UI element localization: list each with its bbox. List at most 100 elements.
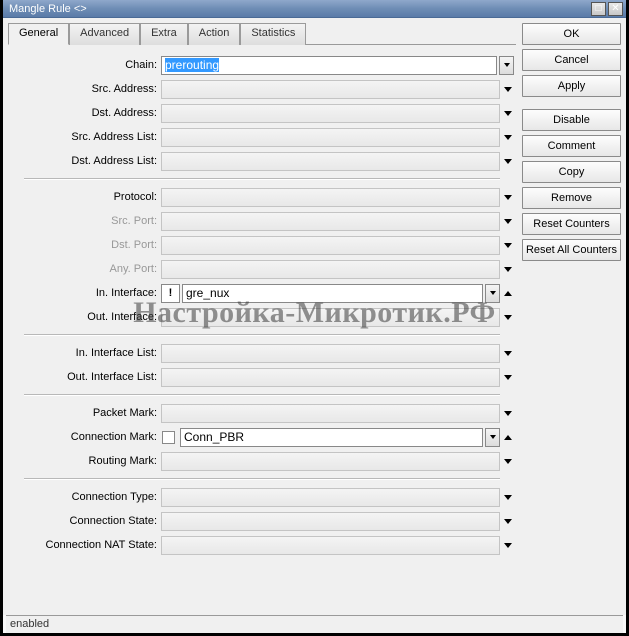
tab-advanced[interactable]: Advanced xyxy=(69,23,140,45)
label-dst-address-list: Dst. Address List: xyxy=(8,155,161,167)
separator xyxy=(8,329,514,341)
expand-dst-address-list[interactable] xyxy=(502,152,514,171)
slot-connection-nat-state xyxy=(161,536,500,555)
remove-button[interactable]: Remove xyxy=(522,187,621,209)
label-connection-type: Connection Type: xyxy=(8,491,161,503)
dropdown-connection-mark[interactable] xyxy=(485,428,500,447)
tab-extra[interactable]: Extra xyxy=(140,23,188,45)
expand-in-interface-list[interactable] xyxy=(502,344,514,363)
reset-all-counters-button[interactable]: Reset All Counters xyxy=(522,239,621,261)
label-in-interface: In. Interface: xyxy=(8,287,161,299)
slot-dst-port xyxy=(161,236,500,255)
label-out-interface: Out. Interface: xyxy=(8,311,161,323)
expand-src-port[interactable] xyxy=(502,212,514,231)
collapse-in-interface[interactable] xyxy=(502,284,514,303)
row-protocol: Protocol: xyxy=(8,185,514,209)
tab-statistics[interactable]: Statistics xyxy=(240,23,306,45)
label-connection-state: Connection State: xyxy=(8,515,161,527)
expand-dst-address[interactable] xyxy=(502,104,514,123)
action-sidebar: OK Cancel Apply Disable Comment Copy Rem… xyxy=(516,23,621,615)
slot-in-interface-list xyxy=(161,344,500,363)
field-chain[interactable]: prerouting xyxy=(161,56,497,75)
expand-dst-port[interactable] xyxy=(502,236,514,255)
row-src-port: Src. Port: xyxy=(8,209,514,233)
label-src-address: Src. Address: xyxy=(8,83,161,95)
row-packet-mark: Packet Mark: xyxy=(8,401,514,425)
separator xyxy=(8,473,514,485)
slot-packet-mark xyxy=(161,404,500,423)
expand-packet-mark[interactable] xyxy=(502,404,514,423)
expand-out-interface[interactable] xyxy=(502,308,514,327)
slot-connection-state xyxy=(161,512,500,531)
status-text: enabled xyxy=(10,618,49,630)
check-connection-mark[interactable] xyxy=(162,431,175,444)
field-in-interface[interactable]: gre_nux xyxy=(182,284,483,303)
main-panel: General Advanced Extra Action Statistics… xyxy=(8,23,516,615)
expand-src-address[interactable] xyxy=(502,80,514,99)
dropdown-in-interface[interactable] xyxy=(485,284,500,303)
minimize-button[interactable]: □ xyxy=(591,2,606,16)
slot-dst-address-list xyxy=(161,152,500,171)
label-src-port: Src. Port: xyxy=(8,215,161,227)
expand-any-port[interactable] xyxy=(502,260,514,279)
expand-connection-type[interactable] xyxy=(502,488,514,507)
row-src-address-list: Src. Address List: xyxy=(8,125,514,149)
reset-counters-button[interactable]: Reset Counters xyxy=(522,213,621,235)
copy-button[interactable]: Copy xyxy=(522,161,621,183)
tab-action[interactable]: Action xyxy=(188,23,241,45)
row-any-port: Any. Port: xyxy=(8,257,514,281)
close-button[interactable]: ✕ xyxy=(608,2,623,16)
label-dst-address: Dst. Address: xyxy=(8,107,161,119)
row-connection-type: Connection Type: xyxy=(8,485,514,509)
label-out-interface-list: Out. Interface List: xyxy=(8,371,161,383)
slot-out-interface xyxy=(161,308,500,327)
apply-button[interactable]: Apply xyxy=(522,75,621,97)
slot-dst-address xyxy=(161,104,500,123)
row-connection-mark: Connection Mark: Conn_PBR xyxy=(8,425,514,449)
row-routing-mark: Routing Mark: xyxy=(8,449,514,473)
expand-src-address-list[interactable] xyxy=(502,128,514,147)
slot-any-port xyxy=(161,260,500,279)
tab-general[interactable]: General xyxy=(8,23,69,45)
row-in-interface: In. Interface: ! gre_nux xyxy=(8,281,514,305)
slot-src-address-list xyxy=(161,128,500,147)
row-connection-state: Connection State: xyxy=(8,509,514,533)
row-dst-port: Dst. Port: xyxy=(8,233,514,257)
slot-src-port xyxy=(161,212,500,231)
cancel-button[interactable]: Cancel xyxy=(522,49,621,71)
row-in-interface-list: In. Interface List: xyxy=(8,341,514,365)
label-chain: Chain: xyxy=(8,59,161,71)
comment-button[interactable]: Comment xyxy=(522,135,621,157)
window-title: Mangle Rule <> xyxy=(9,3,591,15)
slot-protocol xyxy=(161,188,500,207)
ok-button[interactable]: OK xyxy=(522,23,621,45)
row-out-interface-list: Out. Interface List: xyxy=(8,365,514,389)
row-chain: Chain: prerouting xyxy=(8,53,514,77)
row-src-address: Src. Address: xyxy=(8,77,514,101)
label-connection-nat-state: Connection NAT State: xyxy=(8,539,161,551)
expand-routing-mark[interactable] xyxy=(502,452,514,471)
expand-protocol[interactable] xyxy=(502,188,514,207)
window-controls: □ ✕ xyxy=(591,2,623,16)
slot-src-address xyxy=(161,80,500,99)
label-in-interface-list: In. Interface List: xyxy=(8,347,161,359)
tab-strip: General Advanced Extra Action Statistics xyxy=(8,23,516,45)
label-any-port: Any. Port: xyxy=(8,263,161,275)
label-dst-port: Dst. Port: xyxy=(8,239,161,251)
content-area: General Advanced Extra Action Statistics… xyxy=(3,18,626,615)
expand-connection-nat-state[interactable] xyxy=(502,536,514,555)
expand-out-interface-list[interactable] xyxy=(502,368,514,387)
dropdown-chain[interactable] xyxy=(499,56,514,75)
row-dst-address-list: Dst. Address List: xyxy=(8,149,514,173)
expand-connection-state[interactable] xyxy=(502,512,514,531)
window-titlebar: Mangle Rule <> □ ✕ xyxy=(3,0,626,18)
disable-button[interactable]: Disable xyxy=(522,109,621,131)
field-connection-mark[interactable]: Conn_PBR xyxy=(180,428,483,447)
status-bar: enabled xyxy=(6,615,623,633)
label-packet-mark: Packet Mark: xyxy=(8,407,161,419)
row-dst-address: Dst. Address: xyxy=(8,101,514,125)
slot-out-interface-list xyxy=(161,368,500,387)
collapse-connection-mark[interactable] xyxy=(502,428,514,447)
label-routing-mark: Routing Mark: xyxy=(8,455,161,467)
not-in-interface[interactable]: ! xyxy=(161,284,180,303)
